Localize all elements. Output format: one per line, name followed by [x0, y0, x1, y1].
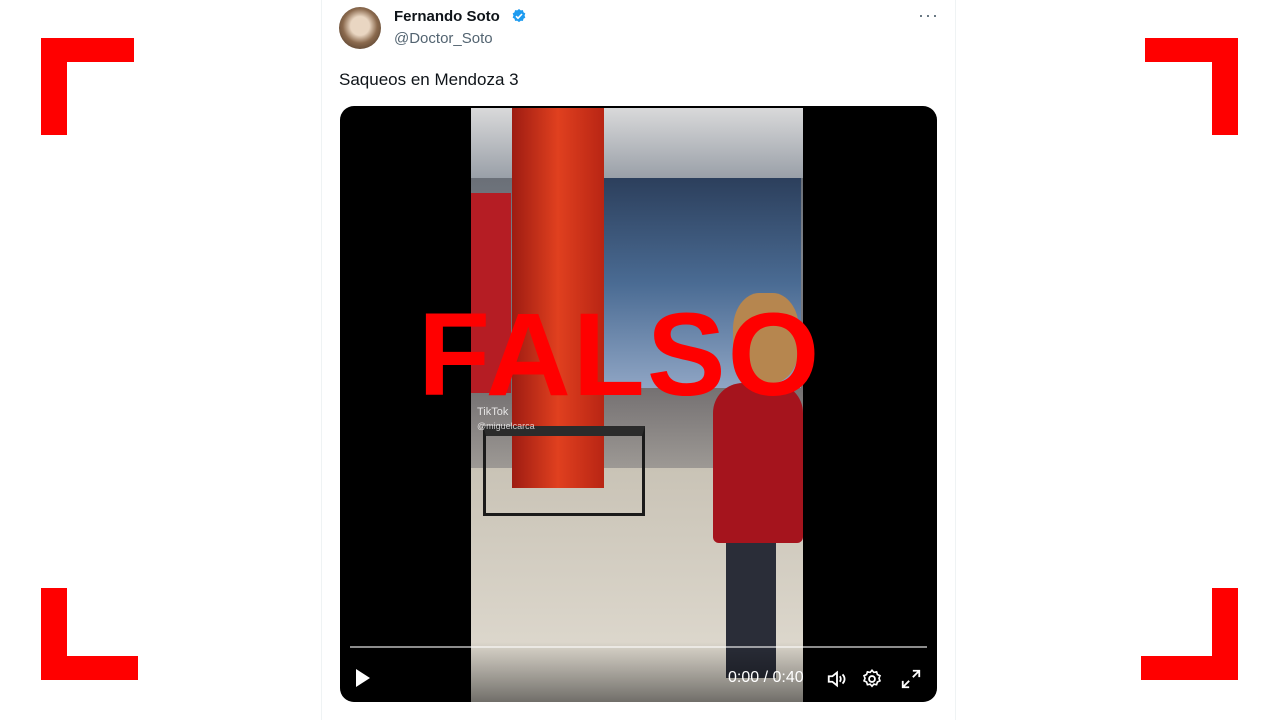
verified-badge-icon: [512, 9, 526, 23]
video-progress-bar[interactable]: [350, 646, 927, 648]
play-icon[interactable]: [356, 669, 370, 687]
gear-icon[interactable]: [861, 668, 883, 690]
expand-icon[interactable]: [900, 668, 922, 690]
falso-stamp: FALSO: [418, 289, 822, 421]
tiktok-watermark-user: @miguelcarca: [477, 421, 535, 431]
author-handle[interactable]: @Doctor_Soto: [394, 30, 493, 47]
tweet-text: Saqueos en Mendoza 3: [339, 70, 519, 89]
video-timecode: 0:00 / 0:40: [728, 669, 804, 686]
author-name[interactable]: Fernando Soto: [394, 8, 500, 25]
more-options-icon[interactable]: ···: [918, 5, 939, 26]
volume-icon[interactable]: [826, 668, 848, 690]
avatar[interactable]: [339, 7, 381, 49]
